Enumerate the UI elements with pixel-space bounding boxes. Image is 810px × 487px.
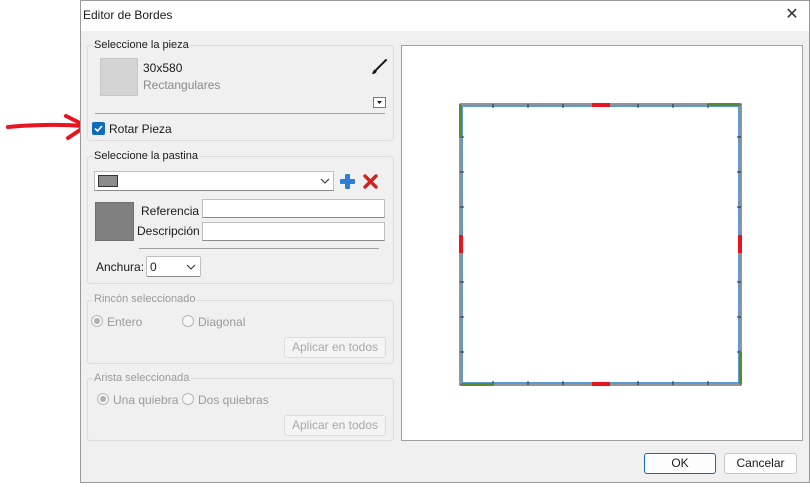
piece-thumbnail[interactable] [100,58,138,96]
title-bar: Editor de Bordes ✕ [81,1,809,31]
checkmark-icon [94,125,103,133]
corner-whole-radio[interactable] [91,315,103,327]
chevron-down-icon [377,101,382,104]
corner-diagonal-label: Diagonal [198,315,246,329]
paste-group-label: Seleccione la pastina [93,150,199,162]
corner-apply-button[interactable]: Aplicar en todos [284,337,386,358]
width-label: Anchura: [96,260,145,274]
piece-group-label: Seleccione la pieza [93,39,190,51]
edge-two-breaks-label: Dos quiebras [198,393,269,407]
red-arrow-annotation [6,114,88,140]
dialog-title: Editor de Bordes [83,8,173,22]
corner-diagonal-radio[interactable] [182,315,194,327]
piece-separator [95,113,385,114]
piece-type: Rectangulares [143,78,221,92]
edge-two-breaks-radio[interactable] [182,393,194,405]
paste-select[interactable] [94,171,334,191]
preview-canvas[interactable] [401,45,803,441]
reference-label: Referencia [141,204,200,218]
description-input[interactable] [202,222,385,241]
corner-group-label: Rincón seleccionado [93,293,197,305]
description-label: Descripción [137,224,200,238]
width-select[interactable]: 0 [146,256,201,277]
piece-dropdown-button[interactable] [373,97,386,108]
edge-group-label: Arista seleccionada [93,372,191,384]
piece-preview-drawing [459,103,742,386]
corner-whole-label: Entero [107,315,143,329]
paste-select-swatch [98,175,118,187]
edge-apply-button[interactable]: Aplicar en todos [284,415,386,436]
chevron-down-icon [186,264,196,270]
paste-separator [139,248,379,249]
paste-color-preview [95,202,134,241]
width-value: 0 [150,260,157,274]
edge-editor-dialog: Editor de Bordes ✕ Seleccione la pieza 3… [80,0,810,483]
paintbrush-icon[interactable] [370,58,388,76]
rotate-label[interactable]: Rotar Pieza [109,122,172,136]
delete-x-icon[interactable] [362,173,379,190]
ok-button[interactable]: OK [644,453,716,474]
cancel-button[interactable]: Cancelar [724,453,797,474]
edge-one-break-radio[interactable] [97,393,109,405]
chevron-down-icon [320,178,330,184]
plus-icon[interactable] [339,173,356,190]
edge-one-break-label: Una quiebra [113,393,179,407]
piece-size: 30x580 [143,61,183,75]
rotate-checkbox[interactable] [92,122,105,135]
close-icon[interactable]: ✕ [781,5,803,25]
reference-input[interactable] [202,199,385,218]
